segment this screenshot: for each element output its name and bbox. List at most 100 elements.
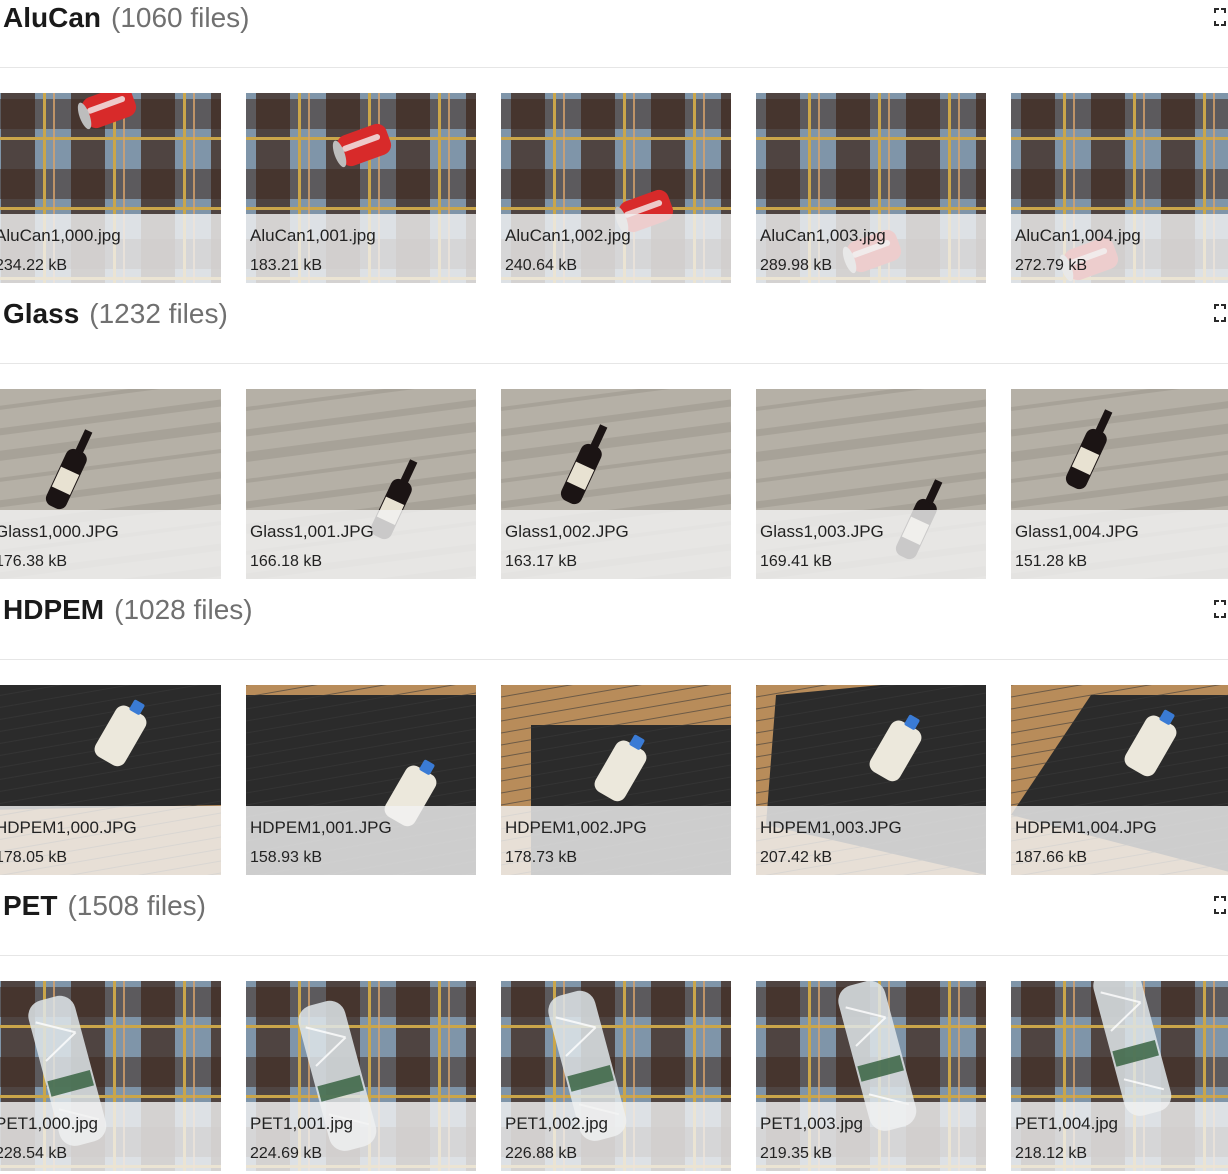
file-card[interactable]: Glass1,004.JPG 151.28 kB (1011, 389, 1228, 579)
file-info: HDPEM1,003.JPG 207.42 kB (756, 806, 986, 875)
file-info: PET1,002.jpg 226.88 kB (501, 1102, 731, 1171)
section-divider (0, 363, 1228, 364)
section-name: Glass (3, 298, 80, 329)
file-card[interactable]: AluCan1,003.jpg 289.98 kB (756, 93, 986, 283)
file-size: 183.21 kB (250, 257, 323, 274)
file-info: HDPEM1,004.JPG 187.66 kB (1011, 806, 1228, 875)
file-size: 224.69 kB (250, 1145, 323, 1162)
file-info: AluCan1,000.jpg 234.22 kB (0, 214, 221, 283)
section-divider (0, 659, 1228, 660)
file-size: 207.42 kB (760, 849, 833, 866)
file-size: 176.38 kB (0, 553, 68, 570)
file-card[interactable]: Glass1,002.JPG 163.17 kB (501, 389, 731, 579)
section-pet: PET (1508 files) PET1,000.jpg 228.54 kB PE… (0, 888, 1228, 1174)
section-file-count: (1028 files) (114, 594, 253, 625)
file-size: 178.73 kB (505, 849, 578, 866)
file-size: 158.93 kB (250, 849, 323, 866)
file-info: Glass1,004.JPG 151.28 kB (1011, 510, 1228, 579)
file-info: HDPEM1,000.JPG 178.05 kB (0, 806, 221, 875)
section-header: PET (1508 files) (0, 888, 1228, 924)
file-name: Glass1,000.JPG (0, 522, 119, 541)
file-name: HDPEM1,002.JPG (505, 818, 647, 837)
expand-icon[interactable] (1212, 599, 1228, 619)
dataset-browser: AluCan (1060 files) AluCan1,000.jpg 234.22… (0, 0, 1228, 1174)
section-file-count: (1232 files) (89, 298, 228, 329)
file-info: PET1,003.jpg 219.35 kB (756, 1102, 986, 1171)
expand-icon[interactable] (1212, 303, 1228, 323)
file-name: PET1,002.jpg (505, 1114, 609, 1133)
file-card[interactable]: HDPEM1,003.JPG 207.42 kB (756, 685, 986, 875)
file-card[interactable]: HDPEM1,001.JPG 158.93 kB (246, 685, 476, 875)
file-card[interactable]: HDPEM1,004.JPG 187.66 kB (1011, 685, 1228, 875)
section-name: AluCan (3, 2, 101, 33)
file-size: 228.54 kB (0, 1145, 68, 1162)
file-info: HDPEM1,002.JPG 178.73 kB (501, 806, 731, 875)
section-file-count: (1508 files) (67, 890, 206, 921)
file-card[interactable]: Glass1,001.JPG 166.18 kB (246, 389, 476, 579)
file-info: PET1,001.jpg 224.69 kB (246, 1102, 476, 1171)
section-alucan: AluCan (1060 files) AluCan1,000.jpg 234.22… (0, 0, 1228, 296)
file-info: AluCan1,004.jpg 272.79 kB (1011, 214, 1228, 283)
section-header: AluCan (1060 files) (0, 0, 1228, 36)
file-info: PET1,000.jpg 228.54 kB (0, 1102, 221, 1171)
section-glass: Glass (1232 files) Glass1,000.JPG 176.38 k… (0, 296, 1228, 592)
file-name: AluCan1,004.jpg (1015, 226, 1141, 245)
file-name: AluCan1,000.jpg (0, 226, 121, 245)
file-name: AluCan1,003.jpg (760, 226, 886, 245)
file-card[interactable]: PET1,001.jpg 224.69 kB (246, 981, 476, 1171)
file-info: AluCan1,003.jpg 289.98 kB (756, 214, 986, 283)
section-header: HDPEM (1028 files) (0, 592, 1228, 628)
file-name: PET1,000.jpg (0, 1114, 99, 1133)
section-name: HDPEM (3, 594, 105, 625)
file-name: Glass1,004.JPG (1015, 522, 1139, 541)
file-name: PET1,004.jpg (1015, 1114, 1119, 1133)
file-card[interactable]: PET1,003.jpg 219.35 kB (756, 981, 986, 1171)
file-name: HDPEM1,000.JPG (0, 818, 137, 837)
file-info: Glass1,002.JPG 163.17 kB (501, 510, 731, 579)
file-size: 219.35 kB (760, 1145, 833, 1162)
file-size: 240.64 kB (505, 257, 578, 274)
section-file-count: (1060 files) (111, 2, 250, 33)
file-info: Glass1,000.JPG 176.38 kB (0, 510, 221, 579)
file-name: Glass1,001.JPG (250, 522, 374, 541)
file-card[interactable]: PET1,002.jpg 226.88 kB (501, 981, 731, 1171)
file-name: HDPEM1,004.JPG (1015, 818, 1157, 837)
file-size: 218.12 kB (1015, 1145, 1088, 1162)
file-info: AluCan1,002.jpg 240.64 kB (501, 214, 731, 283)
section-title: PET (1508 files) (3, 888, 206, 924)
file-card[interactable]: Glass1,000.JPG 176.38 kB (0, 389, 221, 579)
file-name: HDPEM1,001.JPG (250, 818, 392, 837)
expand-icon[interactable] (1212, 7, 1228, 27)
file-info: Glass1,003.JPG 169.41 kB (756, 510, 986, 579)
file-card[interactable]: AluCan1,001.jpg 183.21 kB (246, 93, 476, 283)
section-title: AluCan (1060 files) (3, 0, 250, 36)
file-card[interactable]: AluCan1,000.jpg 234.22 kB (0, 93, 221, 283)
file-card[interactable]: PET1,000.jpg 228.54 kB (0, 981, 221, 1171)
file-info: AluCan1,001.jpg 183.21 kB (246, 214, 476, 283)
file-info: Glass1,001.JPG 166.18 kB (246, 510, 476, 579)
file-size: 289.98 kB (760, 257, 833, 274)
file-size: 187.66 kB (1015, 849, 1088, 866)
file-name: Glass1,003.JPG (760, 522, 884, 541)
file-card[interactable]: PET1,004.jpg 218.12 kB (1011, 981, 1228, 1171)
file-size: 166.18 kB (250, 553, 323, 570)
file-size: 272.79 kB (1015, 257, 1088, 274)
file-card[interactable]: Glass1,003.JPG 169.41 kB (756, 389, 986, 579)
section-header: Glass (1232 files) (0, 296, 1228, 332)
file-name: HDPEM1,003.JPG (760, 818, 902, 837)
file-card[interactable]: HDPEM1,000.JPG 178.05 kB (0, 685, 221, 875)
section-divider (0, 67, 1228, 68)
file-name: PET1,003.jpg (760, 1114, 864, 1133)
file-size: 178.05 kB (0, 849, 68, 866)
file-size: 169.41 kB (760, 553, 833, 570)
expand-icon[interactable] (1212, 895, 1228, 915)
file-card[interactable]: AluCan1,004.jpg 272.79 kB (1011, 93, 1228, 283)
file-name: AluCan1,002.jpg (505, 226, 631, 245)
file-card[interactable]: AluCan1,002.jpg 240.64 kB (501, 93, 731, 283)
section-title: HDPEM (1028 files) (3, 592, 253, 628)
section-title: Glass (1232 files) (3, 296, 228, 332)
file-info: HDPEM1,001.JPG 158.93 kB (246, 806, 476, 875)
file-card[interactable]: HDPEM1,002.JPG 178.73 kB (501, 685, 731, 875)
file-info: PET1,004.jpg 218.12 kB (1011, 1102, 1228, 1171)
section-name: PET (3, 890, 58, 921)
